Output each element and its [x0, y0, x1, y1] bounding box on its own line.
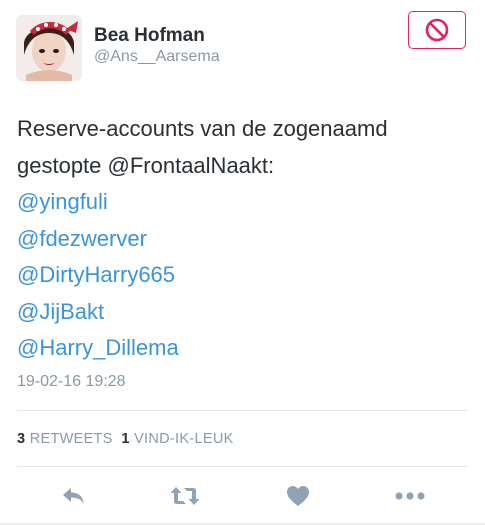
like-icon	[287, 486, 309, 506]
mention-link[interactable]: @Harry_Dillema	[17, 330, 472, 367]
mention-link[interactable]: @fdezwerver	[17, 221, 472, 258]
retweets-label: RETWEETS	[29, 431, 113, 447]
tweet-timestamp: 19-02-16 19:28	[17, 373, 126, 390]
mention-link[interactable]: @DirtyHarry665	[17, 257, 472, 294]
likes-count: 1	[121, 431, 130, 447]
block-icon	[425, 18, 449, 42]
avatar[interactable]	[16, 15, 82, 81]
tweet-stats: 3 RETWEETS 1 VIND-IK-LEUK	[17, 431, 234, 447]
tweet-line: Reserve-accounts van de zogenaamd	[17, 116, 388, 141]
retweets-count: 3	[17, 431, 26, 447]
likes-stat[interactable]: 1 VIND-IK-LEUK	[121, 431, 233, 447]
tweet-text: Reserve-accounts van de zogenaamd gestop…	[17, 111, 472, 367]
divider	[17, 410, 468, 411]
retweet-button[interactable]	[165, 482, 205, 510]
more-button[interactable]	[392, 482, 428, 510]
block-button[interactable]	[408, 11, 466, 49]
reply-icon	[63, 488, 84, 504]
divider	[17, 466, 468, 467]
likes-label: VIND-IK-LEUK	[134, 431, 234, 447]
reply-button[interactable]	[56, 482, 92, 510]
like-button[interactable]	[283, 482, 313, 510]
tweet-line: gestopte @FrontaalNaakt:	[17, 152, 275, 178]
user-name[interactable]: Bea Hofman	[94, 25, 205, 47]
mention-link[interactable]: @yingfuli	[17, 184, 472, 221]
retweets-stat[interactable]: 3 RETWEETS	[17, 431, 113, 447]
retweet-icon	[170, 487, 200, 505]
mention-link[interactable]: @JijBakt	[17, 294, 472, 331]
more-icon	[395, 492, 425, 500]
user-handle[interactable]: @Ans__Aarsema	[94, 48, 220, 66]
tweet-actions	[0, 482, 485, 510]
